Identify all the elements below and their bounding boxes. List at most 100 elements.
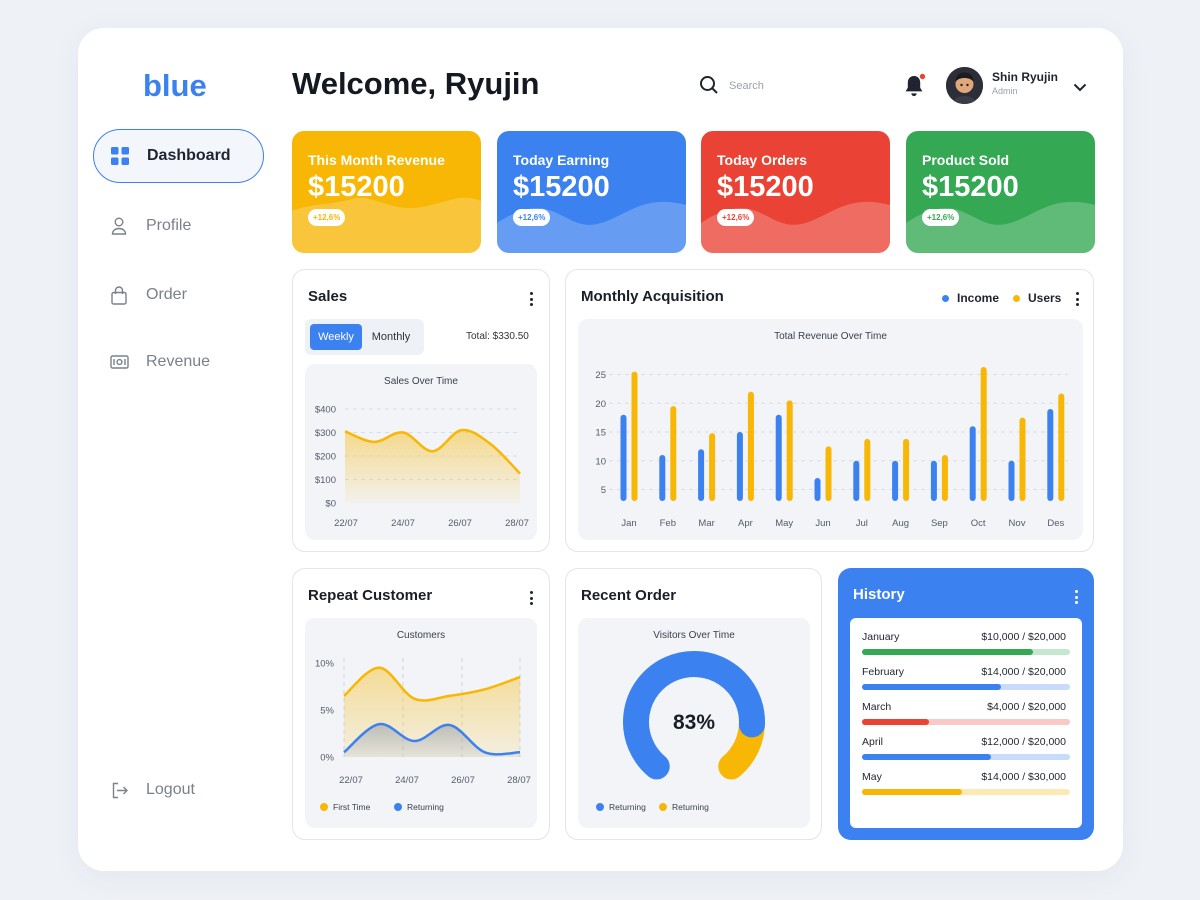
page-title: Welcome, Ryujin — [292, 66, 540, 101]
bar-users — [670, 406, 677, 501]
sidebar-item-label: Order — [146, 286, 187, 303]
stat-badge: +12,6% — [717, 209, 755, 226]
avatar[interactable] — [946, 67, 983, 104]
legend-dot — [596, 803, 604, 811]
more-icon[interactable] — [529, 292, 533, 306]
progress-track — [862, 789, 1070, 795]
progress-track — [862, 684, 1070, 690]
logout-button[interactable]: Logout — [93, 763, 264, 817]
stat-card-revenue[interactable]: This Month Revenue $15200 +12,6% — [292, 131, 481, 253]
bar-users — [903, 438, 910, 501]
x-tick-label: Apr — [738, 518, 753, 529]
y-tick-label: $300 — [315, 428, 336, 439]
x-tick-label: 22/07 — [334, 518, 358, 529]
stat-badge: +12,6% — [513, 209, 551, 226]
legend-label: Income — [957, 291, 1000, 305]
bar-users — [825, 446, 832, 501]
stat-title: Today Earning — [513, 152, 610, 168]
x-tick-label: Mar — [698, 518, 714, 529]
legend-label: Returning — [672, 802, 709, 812]
y-tick-label: $400 — [315, 405, 336, 416]
sales-chart: $0 $100 $200 $300 $400 22/07 24/07 26/07 28/07 — [315, 405, 529, 530]
more-icon[interactable] — [1074, 590, 1078, 604]
sidebar-item-profile[interactable]: Profile — [93, 199, 264, 253]
x-tick-label: Feb — [660, 518, 676, 529]
user-name: Shin Ryujin — [992, 70, 1058, 84]
logout-icon — [109, 780, 129, 800]
stat-title: Today Orders — [717, 152, 807, 168]
y-tick-label: 0% — [320, 753, 334, 764]
grid-icon — [110, 146, 130, 166]
x-tick-label: 28/07 — [507, 775, 531, 786]
x-tick-label: Jul — [856, 518, 868, 529]
x-tick-label: Oct — [971, 518, 986, 529]
x-tick-label: 22/07 — [339, 775, 363, 786]
legend-label: Returning — [407, 802, 444, 812]
y-tick-label: 5 — [601, 485, 606, 496]
x-tick-label: 26/07 — [448, 518, 472, 529]
more-icon[interactable] — [1075, 292, 1079, 306]
user-role: Admin — [992, 86, 1018, 96]
legend-dot — [659, 803, 667, 811]
y-tick-label: $100 — [315, 475, 336, 486]
tab-monthly[interactable]: Monthly — [363, 324, 419, 350]
tab-weekly[interactable]: Weekly — [310, 324, 362, 350]
progress-fill — [862, 719, 929, 725]
search-icon[interactable] — [699, 75, 719, 100]
progress-track — [862, 719, 1070, 725]
history-month: May — [862, 771, 882, 783]
x-tick-label: Jun — [815, 518, 830, 529]
progress-fill — [862, 789, 962, 795]
stat-card-earning[interactable]: Today Earning $15200 +12,6% — [497, 131, 686, 253]
chevron-down-icon[interactable] — [1073, 79, 1087, 97]
progress-fill — [862, 684, 1002, 690]
bag-icon — [109, 285, 129, 305]
stat-value: $15200 — [308, 171, 405, 203]
sales-total: Total: $330.50 — [466, 331, 529, 342]
search-input[interactable] — [729, 76, 849, 96]
stat-card-sold[interactable]: Product Sold $15200 +12,6% — [906, 131, 1095, 253]
progress-fill — [862, 754, 991, 760]
bar-income — [698, 449, 705, 501]
progress-fill — [862, 649, 1033, 655]
legend-returning: Returning — [394, 802, 444, 812]
bar-users — [747, 391, 754, 501]
stat-title: This Month Revenue — [308, 152, 445, 168]
sidebar-item-order[interactable]: Order — [93, 268, 264, 322]
legend-label: Returning — [609, 802, 646, 812]
progress-track — [862, 754, 1070, 760]
history-month: April — [862, 736, 884, 748]
legend-income: Income — [942, 291, 999, 305]
progress-track — [862, 649, 1070, 655]
user-icon — [109, 216, 129, 236]
bar-income — [775, 414, 782, 501]
stat-card-orders[interactable]: Today Orders $15200 +12,6% — [701, 131, 890, 253]
panel-title: Monthly Acquisition — [581, 288, 724, 305]
x-tick-label: Sep — [931, 518, 948, 529]
x-tick-label: 24/07 — [395, 775, 419, 786]
legend-first-time: First Time — [320, 802, 370, 812]
x-tick-label: 26/07 — [451, 775, 475, 786]
bar-income — [969, 426, 976, 501]
history-value: $4,000 / $20,000 — [987, 701, 1066, 713]
sidebar-item-dashboard[interactable]: Dashboard — [93, 129, 264, 183]
stat-badge: +12,6% — [308, 209, 346, 226]
x-tick-label: 28/07 — [505, 518, 529, 529]
history-month: January — [862, 631, 900, 643]
bar-income — [736, 432, 743, 501]
bell-icon[interactable] — [903, 72, 927, 104]
bar-users — [1058, 393, 1065, 501]
bar-income — [892, 460, 899, 501]
legend-returning: Returning — [596, 802, 646, 812]
stat-badge: +12,6% — [922, 209, 960, 226]
more-icon[interactable] — [529, 591, 533, 605]
x-tick-label: Nov — [1009, 518, 1026, 529]
x-tick-label: Jan — [621, 518, 636, 529]
logout-label: Logout — [146, 781, 195, 798]
sidebar-item-revenue[interactable]: Revenue — [93, 335, 264, 389]
donut-percent: 83% — [672, 711, 716, 734]
panel-title: Recent Order — [581, 587, 677, 604]
bar-income — [659, 455, 666, 501]
history-value: $10,000 / $20,000 — [981, 631, 1066, 643]
legend-dot — [320, 803, 328, 811]
